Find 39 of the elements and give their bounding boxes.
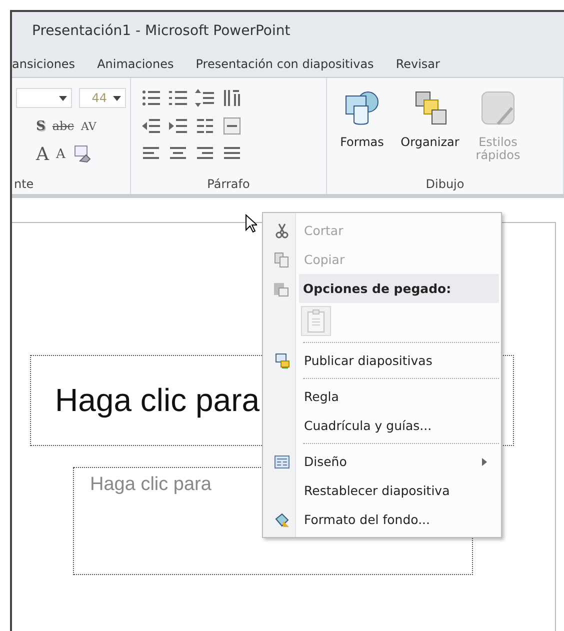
clipboard-icon <box>273 280 289 296</box>
numbered-list-icon[interactable] <box>168 88 188 108</box>
decrease-indent-icon[interactable] <box>141 116 161 136</box>
group-label: nte <box>14 177 35 191</box>
shrink-font-button[interactable]: A <box>56 146 66 162</box>
group-label: Dibujo <box>424 177 466 191</box>
ribbon-tab[interactable]: Revisar <box>396 56 440 70</box>
menu-item[interactable]: Regla <box>265 382 499 411</box>
submenu-arrow-icon <box>482 458 487 466</box>
strikethrough-button[interactable]: abc <box>52 119 74 133</box>
eraser-icon[interactable] <box>72 144 92 164</box>
ribbon-button[interactable]: Organizar <box>399 88 461 162</box>
increase-indent-icon[interactable] <box>168 116 188 136</box>
group-label: Párrafo <box>206 177 251 191</box>
scissors-icon <box>274 222 290 238</box>
text-shadow-button[interactable]: S <box>36 118 46 134</box>
bullet-list-icon[interactable] <box>141 88 161 108</box>
text-direction-icon[interactable] <box>222 88 242 108</box>
caret-icon <box>113 96 121 100</box>
line-spacing-icon[interactable] <box>195 88 215 108</box>
ribbon-tab[interactable]: Presentación con diapositivas <box>196 56 374 70</box>
copy-icon <box>274 252 290 268</box>
mouse-pointer-icon <box>245 214 257 233</box>
window-title: Presentación1 - Microsoft PowerPoint <box>32 23 290 39</box>
menu-item[interactable]: Restablecer diapositiva <box>265 476 499 505</box>
paint-bucket-icon <box>274 512 290 528</box>
ribbon-tab[interactable]: ansiciones <box>12 56 76 70</box>
menu-item[interactable]: Cuadrícula y guías... <box>265 411 499 440</box>
slides-icon <box>274 352 290 368</box>
ribbon-button[interactable]: Formas <box>331 88 393 162</box>
menu-item[interactable]: Publicar diapositivas <box>265 346 499 375</box>
columns-icon[interactable] <box>195 116 215 136</box>
grow-font-button[interactable]: A <box>36 144 49 164</box>
caret-icon <box>59 96 68 100</box>
character-spacing-button[interactable]: AV <box>80 120 96 132</box>
layout-icon <box>274 454 290 470</box>
ribbon-tab[interactable]: Animaciones <box>97 56 174 70</box>
menu-item[interactable]: Formato del fondo... <box>265 505 499 534</box>
menu-item[interactable]: Diseño <box>265 447 499 476</box>
